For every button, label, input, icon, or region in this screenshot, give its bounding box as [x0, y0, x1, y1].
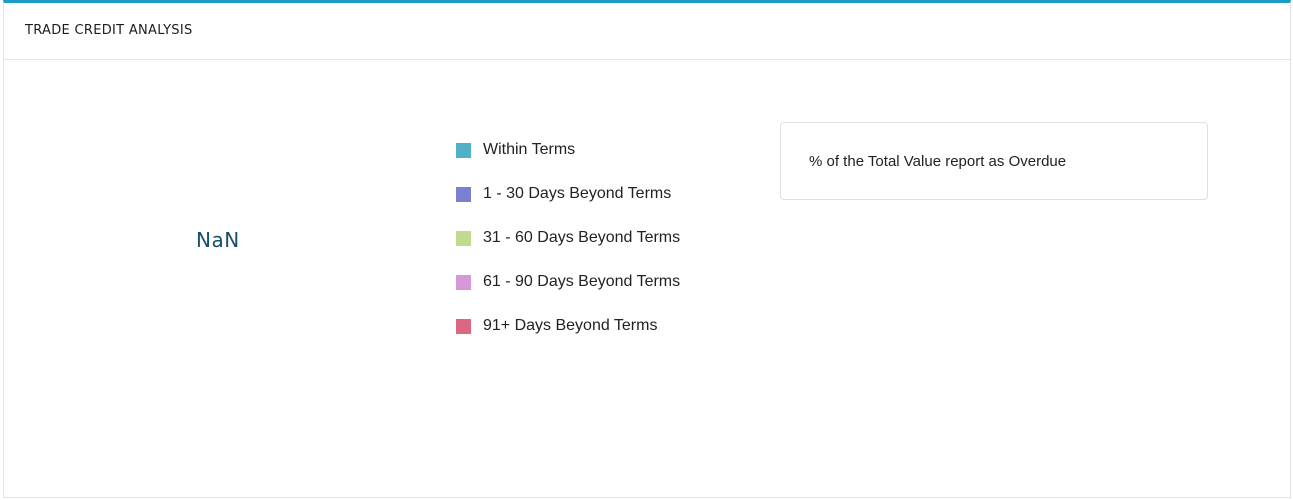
- legend-label: 31 - 60 Days Beyond Terms: [483, 229, 681, 246]
- legend-swatch: [456, 230, 471, 246]
- legend-item-1-30-days[interactable]: 1 - 30 Days Beyond Terms: [456, 172, 680, 216]
- legend-item-31-60-days[interactable]: 31 - 60 Days Beyond Terms: [456, 216, 680, 260]
- chart-legend: Within Terms 1 - 30 Days Beyond Terms 31…: [456, 128, 680, 348]
- legend-item-within-terms[interactable]: Within Terms: [456, 128, 680, 172]
- legend-label: 1 - 30 Days Beyond Terms: [483, 185, 672, 202]
- legend-swatch: [456, 186, 471, 202]
- overdue-summary-text: % of the Total Value report as Overdue: [809, 152, 1067, 170]
- trade-credit-panel: TRADE CREDIT ANALYSIS NaN Within Terms 1…: [3, 0, 1291, 498]
- legend-label: 61 - 90 Days Beyond Terms: [483, 273, 681, 290]
- legend-swatch: [456, 142, 471, 158]
- panel-header: TRADE CREDIT ANALYSIS: [4, 3, 1290, 60]
- legend-swatch: [456, 274, 471, 290]
- legend-label: Within Terms: [483, 141, 576, 158]
- legend-item-61-90-days[interactable]: 61 - 90 Days Beyond Terms: [456, 260, 680, 304]
- chart-center-value: NaN: [196, 228, 240, 252]
- panel-title: TRADE CREDIT ANALYSIS: [25, 23, 193, 38]
- overdue-summary-card: % of the Total Value report as Overdue: [780, 122, 1208, 200]
- legend-swatch: [456, 318, 471, 334]
- legend-item-91-plus-days[interactable]: 91+ Days Beyond Terms: [456, 304, 680, 348]
- legend-label: 91+ Days Beyond Terms: [483, 317, 658, 334]
